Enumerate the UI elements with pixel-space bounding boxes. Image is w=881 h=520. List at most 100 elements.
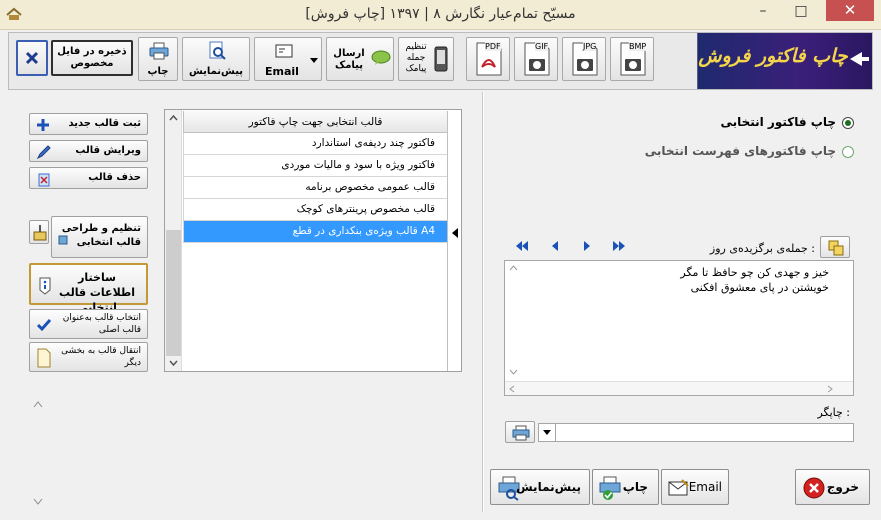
chevron-up-icon[interactable] bbox=[509, 265, 518, 271]
preview-button[interactable]: پیش‌نمایش bbox=[182, 37, 250, 81]
list-item[interactable]: فاکتور چند ردیفه‌ی استاندارد bbox=[183, 133, 447, 155]
export-bmp-button[interactable]: BMP bbox=[610, 37, 654, 81]
preview-now-label: پیش‌نمایش bbox=[516, 480, 581, 494]
delete-template-label: حذف قالب bbox=[88, 172, 141, 183]
next-icon[interactable] bbox=[580, 240, 594, 252]
list-item[interactable]: قالب عمومی مخصوص برنامه bbox=[183, 177, 447, 199]
print-label: چاپ bbox=[147, 66, 169, 77]
quote-text: خیز و جهدی کن چو حافظ تا مگر خویشتن در پ… bbox=[680, 266, 829, 294]
edit-template-button[interactable]: ویرایش قالب bbox=[29, 140, 148, 162]
move-template-button[interactable]: انتقال قالب به بخشی دیگر bbox=[29, 342, 148, 372]
delete-template-button[interactable]: حذف قالب bbox=[29, 167, 148, 189]
print-button[interactable]: چاپ bbox=[138, 37, 178, 81]
printer-select[interactable] bbox=[538, 423, 854, 442]
panel-divider bbox=[482, 92, 484, 512]
gif-label: GIF bbox=[535, 42, 549, 51]
design-tool-button[interactable] bbox=[29, 220, 49, 244]
preview-label: پیش‌نمایش bbox=[188, 66, 244, 77]
chevron-up-icon[interactable] bbox=[169, 115, 178, 121]
previous-icon[interactable] bbox=[548, 240, 562, 252]
design-setup-label: تنظیم و طراحی قالب انتخابی bbox=[61, 223, 141, 248]
chevron-down-icon[interactable] bbox=[310, 58, 318, 64]
maximize-button[interactable]: □ bbox=[786, 0, 816, 22]
title-bar: مسیّح تمام‌عیار نگارش ۸ | ۱۳۹۷ [چاپ فروش… bbox=[0, 0, 881, 30]
template-list[interactable]: قالب انتخابی جهت چاپ فاکتور فاکتور چند ر… bbox=[164, 109, 462, 372]
exit-label: خروج bbox=[826, 480, 859, 494]
sms-setup-label: تنظیم جمله پیامک bbox=[405, 42, 427, 74]
email-button[interactable]: Email bbox=[254, 37, 322, 81]
sms-icon bbox=[371, 50, 391, 65]
new-template-button[interactable]: ثبت قالب جدید bbox=[29, 113, 148, 135]
preview-now-button[interactable]: پیش‌نمایش bbox=[490, 469, 590, 505]
envelope-icon bbox=[275, 44, 293, 58]
chevron-down-icon[interactable] bbox=[509, 369, 518, 375]
export-gif-button[interactable]: GIF bbox=[514, 37, 558, 81]
scroll-thumb[interactable] bbox=[166, 230, 181, 356]
printer-settings-button[interactable] bbox=[505, 421, 535, 443]
radio-selected-invoice[interactable] bbox=[842, 117, 854, 129]
template-list-scrollbar[interactable] bbox=[165, 110, 182, 371]
radio-selected-invoice-label[interactable]: چاپ فاکتور انتخابی bbox=[600, 115, 836, 129]
first-icon[interactable] bbox=[515, 240, 529, 252]
quote-hscrollbar[interactable] bbox=[505, 381, 853, 395]
checkmark-icon bbox=[36, 319, 52, 332]
print-now-button[interactable]: چاپ bbox=[592, 469, 659, 505]
edit-template-label: ویرایش قالب bbox=[75, 145, 141, 156]
printer-icon bbox=[512, 425, 530, 441]
info-icon bbox=[39, 277, 51, 295]
send-email-button[interactable]: Email bbox=[661, 469, 729, 505]
printer-check-icon bbox=[599, 476, 621, 500]
list-column-header[interactable]: قالب انتخابی جهت چاپ فاکتور bbox=[183, 111, 447, 133]
scroll-up-icon[interactable] bbox=[33, 400, 43, 408]
list-item[interactable]: قالب مخصوص پرینترهای کوچک bbox=[183, 199, 447, 221]
send-email-label: Email bbox=[688, 480, 722, 494]
printer-dropdown-toggle[interactable] bbox=[539, 424, 556, 441]
print-now-label: چاپ bbox=[622, 480, 648, 494]
brand-title: چاپ فاکتور فروش bbox=[698, 45, 848, 67]
export-pdf-button[interactable]: PDF bbox=[466, 37, 510, 81]
scroll-down-icon[interactable] bbox=[33, 498, 43, 506]
envelope-icon bbox=[668, 479, 689, 496]
email-label: Email bbox=[265, 65, 299, 78]
printer-icon bbox=[149, 42, 169, 60]
brush-icon bbox=[33, 225, 47, 241]
jpg-label: JPG bbox=[583, 42, 597, 51]
move-template-label: انتقال قالب به بخشی دیگر bbox=[61, 346, 141, 368]
list-item-selected[interactable]: قالب ویژه‌ی بنکداری در قطع A4 bbox=[183, 221, 447, 243]
design-setup-button[interactable]: تنظیم و طراحی قالب انتخابی bbox=[51, 216, 148, 258]
template-info-button[interactable]: ساختار اطلاعات قالب انتخابی bbox=[29, 263, 148, 314]
send-sms-label: ارسال پیامک bbox=[333, 48, 365, 71]
send-sms-button[interactable]: ارسال پیامک bbox=[326, 37, 394, 81]
chevron-right-icon[interactable] bbox=[827, 385, 833, 393]
phone-icon bbox=[434, 46, 448, 72]
close-circle-icon bbox=[803, 477, 825, 499]
document-icon bbox=[37, 348, 51, 368]
plus-icon bbox=[37, 119, 49, 131]
set-main-template-button[interactable]: انتخاب قالب به‌عنوان قالب اصلی bbox=[29, 309, 148, 339]
close-button[interactable]: ✕ bbox=[826, 0, 874, 21]
quote-textbox[interactable]: خیز و جهدی کن چو حافظ تا مگر خویشتن در پ… bbox=[504, 260, 854, 396]
cancel-button[interactable] bbox=[16, 40, 48, 76]
radio-listed-invoices[interactable] bbox=[842, 146, 854, 158]
pdf-label: PDF bbox=[485, 42, 501, 51]
delete-icon bbox=[38, 173, 50, 187]
chevron-down-icon[interactable] bbox=[169, 360, 178, 366]
list-item[interactable]: فاکتور ویژه با سود و مالیات موردی bbox=[183, 155, 447, 177]
chevron-left-icon[interactable] bbox=[509, 385, 515, 393]
save-special-button[interactable]: ذخیره در فایل مخصوص bbox=[51, 40, 133, 76]
pen-icon bbox=[36, 145, 51, 160]
chevron-down-icon bbox=[543, 430, 551, 435]
minimize-button[interactable]: – bbox=[748, 0, 778, 22]
new-template-label: ثبت قالب جدید bbox=[68, 118, 141, 129]
quote-label: جمله‌ی برگزیده‌ی روز : bbox=[709, 242, 815, 255]
last-icon[interactable] bbox=[612, 240, 626, 252]
set-main-template-label: انتخاب قالب به‌عنوان قالب اصلی bbox=[62, 313, 141, 335]
sms-setup-button[interactable]: تنظیم جمله پیامک bbox=[398, 37, 454, 81]
copy-quote-button[interactable] bbox=[820, 236, 850, 258]
save-special-label: ذخیره در فایل مخصوص bbox=[57, 46, 127, 69]
radio-listed-invoices-label[interactable]: چاپ فاکتورهای فهرست انتخابی bbox=[560, 144, 836, 158]
export-jpg-button[interactable]: JPG bbox=[562, 37, 606, 81]
bmp-label: BMP bbox=[629, 42, 647, 51]
x-icon bbox=[25, 51, 39, 65]
exit-button[interactable]: خروج bbox=[795, 469, 870, 505]
